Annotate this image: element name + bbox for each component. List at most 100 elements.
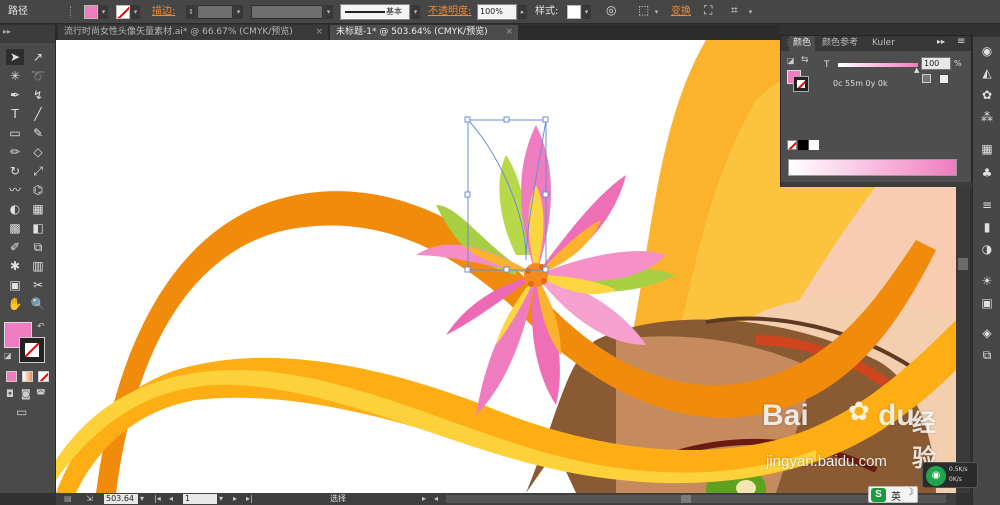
- color-mode-button[interactable]: [6, 371, 17, 382]
- tint-value-field[interactable]: 100: [921, 57, 951, 70]
- sogou-ime-icon[interactable]: S: [871, 488, 886, 502]
- draw-behind-icon[interactable]: ◙: [21, 389, 31, 400]
- align-options-icon[interactable]: ⬚: [638, 3, 649, 17]
- panel-resize-handle[interactable]: [781, 182, 973, 187]
- recolor-artwork-icon[interactable]: ◎: [606, 3, 616, 17]
- type-tool-icon[interactable]: T: [6, 106, 24, 122]
- gradient-icon[interactable]: ▮: [978, 219, 996, 235]
- close-tab-icon[interactable]: ×: [315, 25, 323, 40]
- tab-color-guide[interactable]: 颜色参考: [822, 36, 858, 51]
- first-artboard-icon[interactable]: |◂: [154, 493, 161, 505]
- transparency-icon[interactable]: ◑: [978, 241, 996, 257]
- tab-color[interactable]: 颜色: [789, 36, 816, 51]
- black-color-chip[interactable]: [798, 140, 808, 150]
- free-transform-tool-icon[interactable]: ⌬: [29, 182, 47, 198]
- gradient-mode-button[interactable]: [22, 371, 33, 382]
- eraser-tool-icon[interactable]: ◇: [29, 144, 47, 160]
- collapse-panel-icon[interactable]: ▸▸: [937, 37, 945, 46]
- last-artboard-icon[interactable]: ▸|: [246, 493, 253, 505]
- tint-spectrum-bar[interactable]: [788, 159, 957, 176]
- tab-document-2[interactable]: 未标题-1* @ 503.64% (CMYK/预览) ×: [330, 25, 518, 40]
- curvature-tool-icon[interactable]: ↯: [29, 87, 47, 103]
- artboard-dropdown[interactable]: ▾: [219, 493, 223, 505]
- tab-document-1[interactable]: 流行时尚女性头像矢量素材.ai* @ 66.67% (CMYK/预览) ×: [58, 25, 328, 40]
- perspective-tool-icon[interactable]: ▦: [29, 201, 47, 217]
- tint-slider-thumb[interactable]: ▲: [914, 66, 919, 74]
- rectangle-tool-icon[interactable]: ▭: [6, 125, 24, 141]
- club-icon[interactable]: ♣: [978, 165, 996, 181]
- column-graph-tool-icon[interactable]: ▥: [29, 258, 47, 274]
- blend-tool-icon[interactable]: ⧉: [29, 239, 47, 255]
- zoom-dropdown[interactable]: ▾: [140, 493, 144, 505]
- zoom-tool-icon[interactable]: 🔍: [29, 296, 47, 312]
- transform-link[interactable]: 变换: [671, 3, 691, 21]
- rotate-tool-icon[interactable]: ↻: [6, 163, 24, 179]
- brush-definition-field[interactable]: 基本: [340, 4, 410, 20]
- scroll-thumb[interactable]: [958, 258, 968, 270]
- opacity-label[interactable]: 不透明度:: [428, 3, 471, 21]
- stroke-swatch[interactable]: [116, 5, 130, 19]
- eyedropper-tool-icon[interactable]: ✐: [6, 239, 24, 255]
- white-color-chip[interactable]: [809, 140, 819, 150]
- scale-tool-icon[interactable]: ⤢: [29, 163, 47, 179]
- select-tool-icon[interactable]: ➤: [6, 49, 24, 65]
- hand-tool-icon[interactable]: ✋: [6, 296, 24, 312]
- line-tool-icon[interactable]: ╱: [29, 106, 47, 122]
- gradient-tool-icon[interactable]: ◧: [29, 220, 47, 236]
- magic-wand-tool-icon[interactable]: ✳: [6, 68, 24, 84]
- next-artboard-icon[interactable]: ▸: [233, 493, 237, 505]
- profile-dropdown[interactable]: ▾: [324, 5, 333, 19]
- shape-builder-tool-icon[interactable]: ◐: [6, 201, 24, 217]
- tools-panel-header[interactable]: ▸▸: [0, 25, 55, 43]
- draw-inside-icon[interactable]: ◚: [36, 389, 46, 400]
- zoom-field[interactable]: 503.64: [104, 494, 138, 504]
- pen-tool-icon[interactable]: ✒: [6, 87, 24, 103]
- swap-fill-stroke-icon[interactable]: ↶: [37, 322, 45, 332]
- draw-normal-icon[interactable]: ◘: [6, 389, 14, 400]
- stroke-dropdown[interactable]: ▾: [131, 5, 140, 19]
- artboards-icon[interactable]: ⧉: [978, 347, 996, 363]
- none-color-chip[interactable]: [787, 140, 797, 150]
- transform-icon[interactable]: ▣: [978, 295, 996, 311]
- tint-slider-track[interactable]: [838, 63, 918, 67]
- speed-ball-icon[interactable]: ◉: [926, 466, 946, 486]
- screen-mode-icon[interactable]: ▭: [16, 405, 27, 419]
- none-mode-button[interactable]: [38, 371, 49, 382]
- brushes-icon[interactable]: ⁂: [978, 109, 996, 125]
- style-dropdown[interactable]: ▾: [582, 5, 591, 19]
- ime-language[interactable]: 英: [891, 488, 901, 503]
- stroke-weight-stepper[interactable]: ⇕: [186, 5, 196, 19]
- mesh-tool-icon[interactable]: ▩: [6, 220, 24, 236]
- variable-width-profile[interactable]: [251, 5, 323, 19]
- opacity-dropdown[interactable]: ▸: [518, 5, 527, 19]
- tab-kuler[interactable]: Kuler: [872, 36, 895, 51]
- hscroll-thumb[interactable]: [681, 495, 691, 503]
- opacity-field[interactable]: 100%: [477, 4, 517, 20]
- artboard-tool-icon[interactable]: ▣: [6, 277, 24, 293]
- close-tab-icon[interactable]: ×: [505, 25, 513, 40]
- out-of-gamut-icon[interactable]: [922, 74, 931, 83]
- appearance-icon[interactable]: ◉: [978, 43, 996, 59]
- fill-dropdown[interactable]: ▾: [99, 5, 108, 19]
- default-colors-icon[interactable]: ◪: [4, 351, 12, 360]
- stroke-color-box[interactable]: [19, 337, 45, 363]
- prev-artboard-icon[interactable]: ◂: [169, 493, 173, 505]
- panel-menu-icon[interactable]: ≡: [957, 36, 965, 47]
- default-colors-icon[interactable]: ◪: [787, 56, 795, 65]
- isolate-object-icon[interactable]: ⛶: [704, 3, 712, 18]
- artboard-field[interactable]: 1: [183, 494, 217, 504]
- status-menu-icon[interactable]: ▸: [422, 493, 426, 505]
- pencil-tool-icon[interactable]: ✏: [6, 144, 24, 160]
- web-safe-icon[interactable]: [939, 74, 949, 84]
- slice-tool-icon[interactable]: ✂: [29, 277, 47, 293]
- warp-dropdown[interactable]: ▾: [746, 5, 755, 19]
- swatches-icon[interactable]: ▦: [978, 141, 996, 157]
- brush-dropdown[interactable]: ▾: [411, 5, 420, 19]
- graphic-styles-icon[interactable]: ◭: [978, 65, 996, 81]
- moon-icon[interactable]: ☽: [905, 487, 914, 498]
- align-dropdown[interactable]: ▾: [652, 5, 661, 19]
- warp-tool-icon[interactable]: 〰: [6, 182, 24, 198]
- symbols-icon[interactable]: ✿: [978, 87, 996, 103]
- swap-colors-icon[interactable]: ⇆: [801, 55, 809, 65]
- stroke-weight-field[interactable]: [197, 5, 233, 19]
